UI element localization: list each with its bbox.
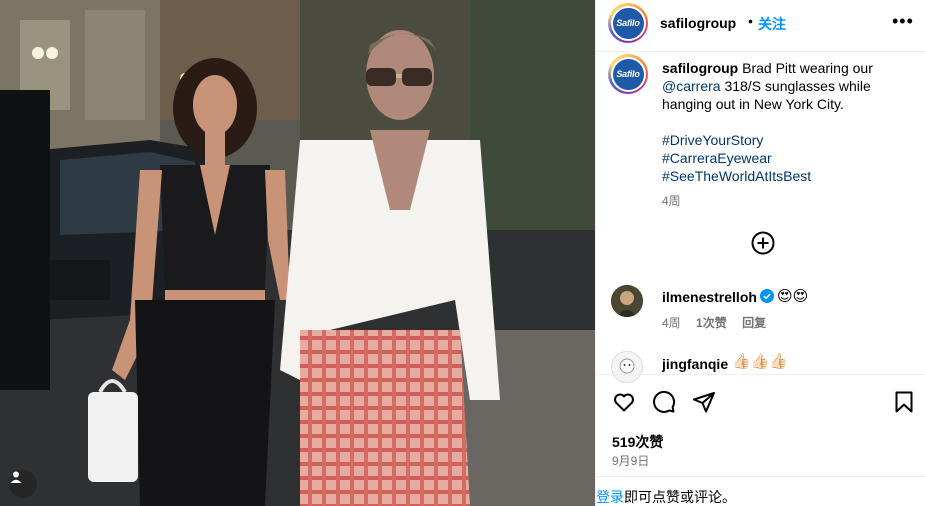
avatar-photo	[611, 285, 643, 317]
user-icon	[10, 471, 22, 483]
follow-button[interactable]: 关注	[758, 14, 786, 34]
safilo-logo: Safilo	[612, 58, 644, 90]
comment-icon[interactable]	[652, 390, 676, 414]
likes-count[interactable]: 519次赞	[612, 432, 663, 452]
comment-text: 👍🏻👍🏻👍🏻	[732, 353, 789, 370]
login-prompt: 登录即可点赞或评论。	[596, 487, 736, 506]
commenter-avatar[interactable]	[611, 285, 643, 317]
street-photo-illustration	[0, 0, 595, 506]
post-caption: safilogroup Brad Pitt wearing our @carre…	[662, 59, 912, 113]
caption-timestamp: 4周	[662, 194, 681, 208]
post-photo[interactable]	[0, 0, 595, 506]
verified-badge-icon	[760, 289, 774, 303]
comment-text: 😍😍	[777, 288, 809, 305]
header-divider	[596, 51, 925, 52]
post-side-panel: Safilo safilogroup • 关注 ••• Safilo safil…	[596, 0, 925, 506]
tagged-users-button[interactable]	[9, 470, 37, 498]
load-more-comments-icon[interactable]	[751, 231, 775, 255]
bookmark-icon[interactable]	[892, 390, 916, 414]
safilo-logo: Safilo	[612, 7, 644, 39]
more-options-icon[interactable]: •••	[892, 11, 914, 32]
hashtag-link[interactable]: #SeeTheWorldAtItsBest	[662, 167, 811, 185]
reply-button[interactable]: 回复	[742, 316, 766, 330]
author-avatar[interactable]: Safilo	[608, 3, 648, 43]
caption-mention-link[interactable]: @carrera	[662, 78, 721, 94]
caption-hashtags: #DriveYourStory #CarreraEyewear #SeeTheW…	[662, 131, 811, 185]
comment-username[interactable]: jingfanqie	[662, 356, 728, 372]
footer-divider	[596, 476, 925, 477]
post-header: Safilo safilogroup • 关注 •••	[596, 0, 925, 46]
heart-icon[interactable]	[612, 390, 636, 414]
share-icon[interactable]	[692, 390, 716, 414]
caption-username[interactable]: safilogroup	[662, 60, 738, 76]
comment-like-count[interactable]: 1次赞	[696, 316, 727, 330]
caption-text-a: Brad Pitt wearing our	[742, 60, 873, 76]
login-link[interactable]: 登录	[596, 489, 624, 505]
author-username[interactable]: safilogroup	[660, 15, 736, 31]
post-date: 9月9日	[612, 454, 650, 468]
comment-username[interactable]: ilmenestrelloh	[662, 289, 757, 305]
commenter-avatar[interactable]	[611, 351, 643, 383]
actions-divider	[596, 374, 925, 375]
comment-timestamp: 4周	[662, 316, 681, 330]
avatar-photo	[612, 352, 642, 382]
caption-author-avatar[interactable]: Safilo	[608, 54, 648, 94]
comment-meta: 4周 1次赞 回复	[662, 314, 778, 331]
header-separator: •	[748, 13, 753, 29]
hashtag-link[interactable]: #DriveYourStory	[662, 131, 811, 149]
hashtag-link[interactable]: #CarreraEyewear	[662, 149, 811, 167]
login-prompt-text: 即可点赞或评论。	[624, 489, 736, 505]
